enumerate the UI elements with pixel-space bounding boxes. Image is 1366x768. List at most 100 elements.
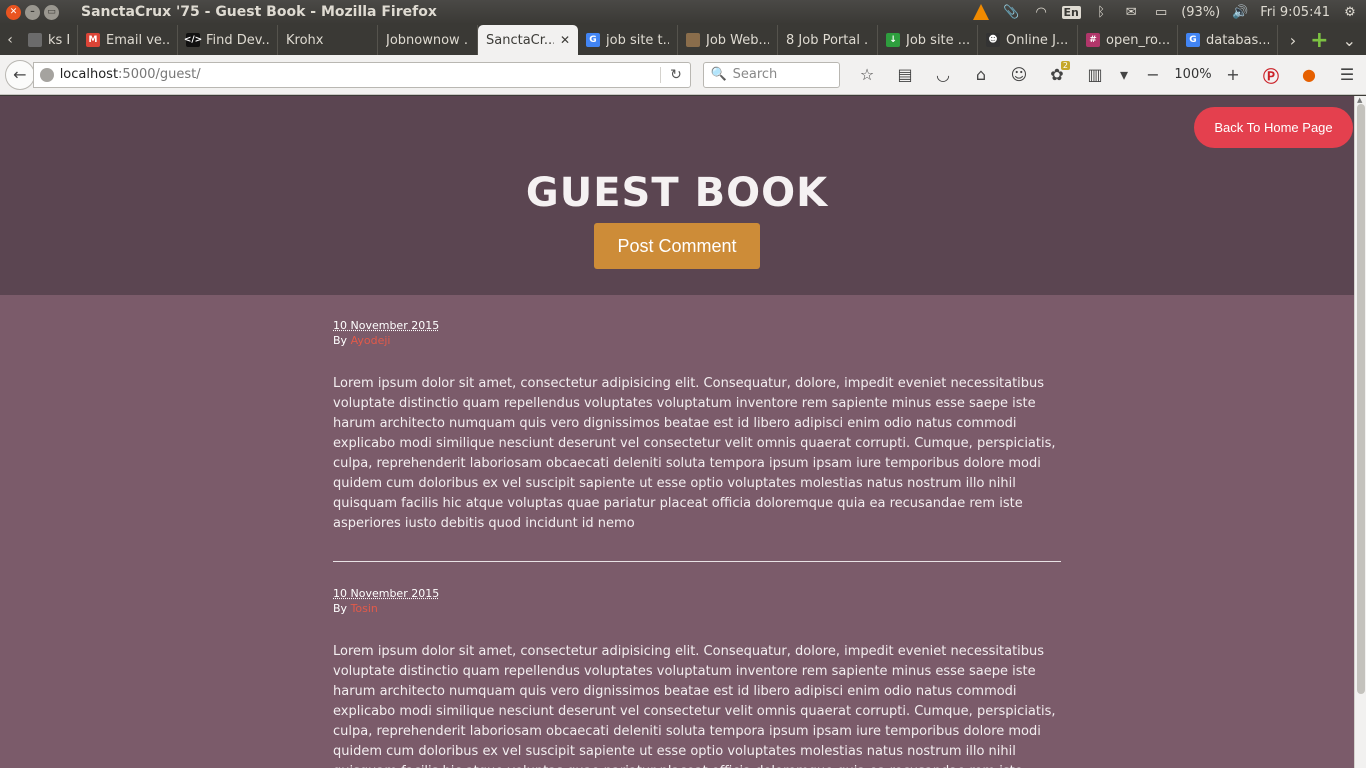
bookmark-star-icon[interactable]: ☆: [848, 60, 886, 90]
back-button[interactable]: ←: [5, 59, 35, 90]
page-viewport: Back To Home Page GUEST BOOK Post Commen…: [0, 96, 1354, 768]
wifi-icon[interactable]: ◠: [1031, 4, 1051, 20]
paperclip-icon[interactable]: 📎: [1001, 4, 1021, 20]
system-tray: 📎 ◠ En ᛒ ✉ ▭ (93%) 🔊 Fri 9:05:41 ⚙: [971, 0, 1366, 24]
comment-divider: [333, 561, 1061, 562]
tab-strip: ks F... M Email ve... </>Find Dev... Krohx Jo…: [20, 25, 1278, 55]
pinterest-icon[interactable]: Ⓟ: [1252, 60, 1290, 90]
menu-icon[interactable]: ☰: [1328, 60, 1366, 90]
tab-label: Job site ...: [906, 32, 969, 48]
reload-button[interactable]: ↻: [660, 66, 690, 83]
tab-favicon-icon: [28, 33, 42, 47]
tab[interactable]: M Email ve...: [78, 25, 178, 55]
tab[interactable]: Jobnownow ...: [378, 25, 478, 55]
firefox-hello-icon[interactable]: ●: [1290, 60, 1328, 90]
tab-list-button[interactable]: ⌄: [1343, 31, 1356, 50]
tab-scroll-left-button[interactable]: ‹: [0, 25, 20, 55]
tab[interactable]: Krohx: [278, 25, 378, 55]
tab-close-icon[interactable]: ✕: [560, 33, 570, 47]
tab-label: Job Web...: [706, 32, 769, 48]
tab-label: job site t...: [606, 32, 669, 48]
scrollbar-thumb[interactable]: [1357, 104, 1365, 694]
url-path: :5000/guest/: [118, 67, 201, 82]
post-comment-button[interactable]: Post Comment: [594, 223, 760, 269]
gear-icon[interactable]: ⚙: [1340, 4, 1360, 20]
tab-bar-controls: › + ⌄: [1290, 25, 1366, 55]
addon-badge: 2: [1060, 60, 1070, 70]
tab-label: Email ve...: [106, 32, 169, 48]
comment-by-label: By: [333, 334, 348, 347]
zoom-level[interactable]: 100%: [1172, 67, 1214, 82]
tab[interactable]: ks F...: [20, 25, 78, 55]
volume-icon[interactable]: 🔊: [1230, 4, 1250, 20]
tab-label: SanctaCr...: [486, 32, 554, 48]
page-header: Back To Home Page GUEST BOOK Post Commen…: [0, 96, 1354, 295]
tab[interactable]: Job Web...: [678, 25, 778, 55]
tab-scroll-right-button[interactable]: ›: [1290, 31, 1296, 50]
search-placeholder: Search: [732, 67, 778, 82]
tab[interactable]: Gjob site t...: [578, 25, 678, 55]
pocket-icon[interactable]: ◡: [924, 60, 962, 90]
tab[interactable]: ↓ Job site ...: [878, 25, 978, 55]
tab-label: Find Dev...: [206, 32, 269, 48]
search-icon: 🔍: [710, 67, 727, 82]
new-tab-button[interactable]: +: [1310, 28, 1328, 53]
tab[interactable]: </> Find Dev...: [178, 25, 278, 55]
clipboard-icon[interactable]: ▥: [1076, 60, 1114, 90]
bluetooth-icon[interactable]: ᛒ: [1091, 4, 1111, 20]
tab-label: Krohx: [286, 32, 324, 48]
tab[interactable]: ☻ Online J...: [978, 25, 1078, 55]
zoom-in-button[interactable]: +: [1214, 60, 1252, 90]
tab-label: Online J...: [1006, 32, 1069, 48]
comment-date: 10 November 2015: [333, 587, 440, 600]
chat-icon[interactable]: ☺: [1000, 60, 1038, 90]
comment-author-link[interactable]: Tosin: [351, 602, 378, 615]
tab-active[interactable]: SanctaCr... ✕: [478, 25, 578, 55]
clock[interactable]: Fri 9:05:41: [1260, 5, 1330, 20]
window-maximize-button[interactable]: ▭: [44, 4, 59, 20]
page-title: GUEST BOOK: [525, 170, 829, 216]
comment-item: 10 November 2015 By Ayodeji Lorem ipsum …: [333, 314, 1061, 534]
tab-label: Jobnownow ...: [386, 32, 469, 48]
tab-favicon-icon: </>: [183, 33, 203, 47]
tab-favicon-icon: #: [1086, 33, 1100, 47]
site-identity-icon[interactable]: [39, 67, 54, 82]
tab-label: open_ro...: [1106, 32, 1169, 48]
tab[interactable]: Gdatabas...: [1178, 25, 1278, 55]
page-scrollbar[interactable]: ▲: [1354, 96, 1366, 768]
comment-body: Lorem ipsum dolor sit amet, consectetur …: [333, 376, 1056, 531]
reading-list-icon[interactable]: ▤: [886, 60, 924, 90]
tab-label: ks F...: [48, 32, 69, 48]
zoom-out-button[interactable]: −: [1134, 60, 1172, 90]
keyboard-layout-indicator[interactable]: En: [1061, 4, 1081, 20]
mail-icon[interactable]: ✉: [1121, 4, 1141, 20]
window-title: SanctaCrux '75 - Guest Book - Mozilla Fi…: [81, 4, 437, 20]
comment-by-label: By: [333, 602, 348, 615]
search-input[interactable]: 🔍 Search: [703, 61, 840, 88]
tab-label: 8 Job Portal ...: [786, 32, 869, 48]
scroll-up-icon[interactable]: ▲: [1357, 96, 1362, 104]
window-minimize-button[interactable]: –: [25, 4, 40, 20]
clipboard-dropdown-icon[interactable]: ▾: [1114, 60, 1134, 90]
navigation-toolbar: ← localhost:5000/guest/ ↻ 🔍 Search ☆ ▤ ◡…: [0, 55, 1366, 95]
tab[interactable]: # open_ro...: [1078, 25, 1178, 55]
tab-favicon-icon: [686, 33, 700, 47]
toolbar-icons: ☆ ▤ ◡ ⌂ ☺ ✿ 2 ▥ ▾ − 100% + Ⓟ ● ☰: [848, 60, 1366, 90]
back-to-home-button[interactable]: Back To Home Page: [1194, 107, 1353, 148]
battery-icon[interactable]: ▭: [1151, 4, 1171, 20]
tab[interactable]: 8 Job Portal ...: [778, 25, 878, 55]
window-close-button[interactable]: ✕: [6, 4, 21, 20]
window-controls: ✕ – ▭: [6, 4, 59, 20]
tab-favicon-icon: G: [586, 33, 600, 47]
tab-favicon-icon: G: [1186, 33, 1200, 47]
home-icon[interactable]: ⌂: [962, 60, 1000, 90]
comment-byline: By Ayodeji: [333, 334, 1061, 347]
comment-item: 10 November 2015 By Tosin Lorem ipsum do…: [333, 582, 1061, 768]
comment-byline: By Tosin: [333, 602, 1061, 615]
comment-author-link[interactable]: Ayodeji: [351, 334, 391, 347]
vlc-icon[interactable]: [971, 4, 991, 20]
tab-favicon-icon: ☻: [986, 33, 1000, 47]
url-bar[interactable]: localhost:5000/guest/ ↻: [32, 61, 692, 88]
comment-body: Lorem ipsum dolor sit amet, consectetur …: [333, 644, 1056, 768]
addon-icon[interactable]: ✿ 2: [1038, 60, 1076, 90]
